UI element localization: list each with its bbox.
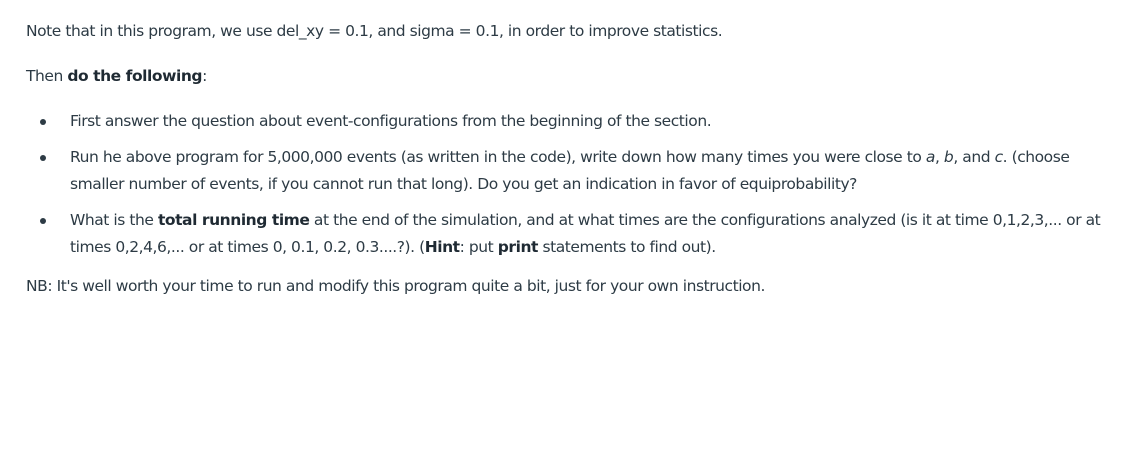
task-2-var-c: c bbox=[994, 148, 1004, 166]
intro-suffix: : bbox=[202, 67, 207, 85]
task-2-var-b: b bbox=[943, 148, 954, 166]
task-3-bold-running-time: total running time bbox=[157, 211, 310, 229]
instruction-intro-paragraph: Then do the following: bbox=[26, 63, 207, 90]
task-item-2: Run he above program for 5,000,000 event… bbox=[26, 144, 1106, 198]
task-item-1: First answer the question about event-co… bbox=[26, 108, 1106, 135]
task-3-bold-print: print bbox=[497, 238, 539, 256]
bullet-dot-icon bbox=[40, 155, 46, 161]
task-2-sep2: , and bbox=[953, 148, 995, 166]
intro-bold: do the following bbox=[67, 67, 203, 85]
task-2-text-part1: Run he above program for 5,000,000 event… bbox=[70, 148, 926, 166]
task-3-bold-hint: Hint bbox=[424, 238, 460, 256]
task-3-text-part3: : put bbox=[459, 238, 498, 256]
task-3-text-part4: statements to find out). bbox=[538, 238, 716, 256]
bullet-dot-icon bbox=[40, 218, 46, 224]
task-1-text: First answer the question about event-co… bbox=[70, 112, 712, 130]
task-item-3: What is the total running time at the en… bbox=[26, 207, 1106, 261]
task-list: First answer the question about event-co… bbox=[26, 108, 1106, 270]
task-2-sep1: , bbox=[934, 148, 944, 166]
note-paragraph: Note that in this program, we use del_xy… bbox=[26, 22, 723, 40]
task-3-text-part1: What is the bbox=[70, 211, 158, 229]
nb-paragraph: NB: It's well worth your time to run and… bbox=[26, 277, 765, 295]
intro-prefix: Then bbox=[26, 67, 68, 85]
bullet-dot-icon bbox=[40, 119, 46, 125]
task-2-var-a: a bbox=[925, 148, 936, 166]
